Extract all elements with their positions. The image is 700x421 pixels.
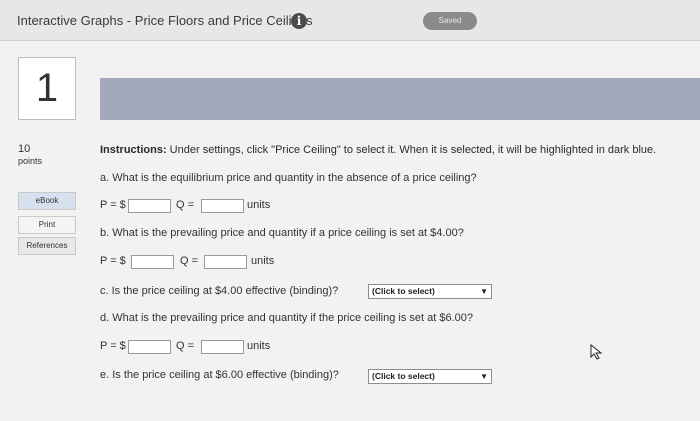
- print-button[interactable]: Print: [18, 216, 76, 234]
- select-value-e: (Click to select): [372, 371, 435, 381]
- price-input-d[interactable]: [128, 340, 171, 354]
- ebook-button[interactable]: eBook: [18, 192, 76, 210]
- saved-status-badge: Saved: [423, 12, 477, 30]
- quantity-input-d[interactable]: [201, 340, 244, 354]
- quantity-label-d: Q =: [176, 340, 195, 352]
- instructions-body: Under settings, click "Price Ceiling" to…: [166, 144, 657, 156]
- points-label: points: [18, 156, 43, 166]
- price-label-b: P = $: [100, 255, 126, 267]
- chevron-down-icon: ▼: [480, 372, 488, 381]
- units-label-b: units: [251, 255, 275, 267]
- question-b-text: b. What is the prevailing price and quan…: [100, 227, 464, 239]
- quantity-input-b[interactable]: [204, 255, 247, 269]
- question-header-band: [100, 78, 700, 120]
- question-a-text: a. What is the equilibrium price and qua…: [100, 172, 477, 184]
- binding-select-c[interactable]: (Click to select) ▼: [368, 284, 492, 299]
- references-button[interactable]: References: [18, 237, 76, 255]
- units-label-d: units: [247, 340, 271, 352]
- select-value-c: (Click to select): [372, 286, 435, 296]
- info-icon[interactable]: i: [291, 13, 307, 29]
- binding-select-e[interactable]: (Click to select) ▼: [368, 369, 492, 384]
- price-label-a: P = $: [100, 199, 126, 211]
- chevron-down-icon: ▼: [480, 287, 488, 296]
- quantity-label-b: Q =: [180, 255, 199, 267]
- instructions-lead: Instructions:: [100, 144, 167, 156]
- quantity-input-a[interactable]: [201, 199, 244, 213]
- points-value: 10: [18, 143, 31, 155]
- assignment-title: Interactive Graphs - Price Floors and Pr…: [17, 13, 313, 28]
- quantity-label-a: Q =: [176, 199, 195, 211]
- question-d-text: d. What is the prevailing price and quan…: [100, 312, 473, 324]
- question-c-text: c. Is the price ceiling at $4.00 effecti…: [100, 285, 339, 297]
- instructions-text: Instructions: Under settings, click "Pri…: [100, 144, 656, 156]
- question-e-text: e. Is the price ceiling at $6.00 effecti…: [100, 369, 339, 381]
- question-number: 1: [18, 57, 76, 120]
- top-bar: Interactive Graphs - Price Floors and Pr…: [0, 0, 700, 41]
- price-label-d: P = $: [100, 340, 126, 352]
- cursor-icon: [590, 344, 603, 360]
- units-label-a: units: [247, 199, 271, 211]
- price-input-a[interactable]: [128, 199, 171, 213]
- price-input-b[interactable]: [131, 255, 174, 269]
